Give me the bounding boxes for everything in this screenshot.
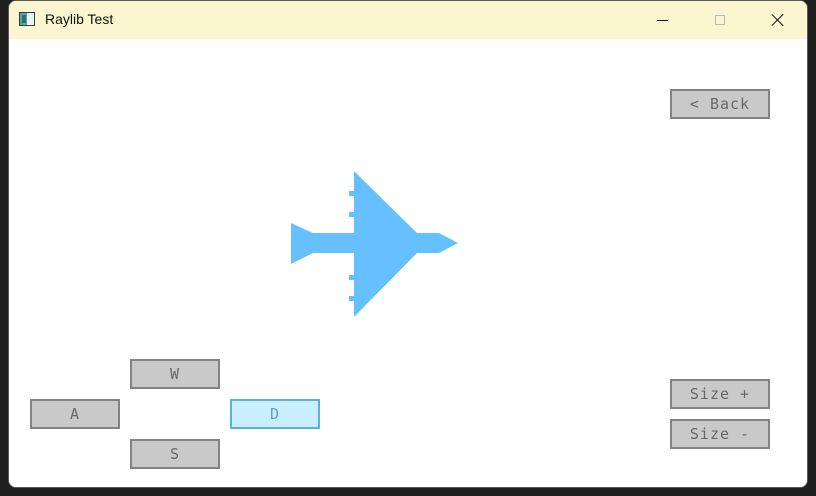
- window-title: Raylib Test: [45, 11, 114, 27]
- airplane-engine: [349, 275, 355, 280]
- maximize-icon: [715, 15, 725, 25]
- game-canvas[interactable]: < Back W A D S Size + Size -: [9, 39, 807, 487]
- w-button[interactable]: W: [130, 359, 220, 389]
- airplane-engine: [349, 191, 355, 196]
- airplane-engine: [349, 296, 355, 301]
- size-minus-button[interactable]: Size -: [670, 419, 770, 449]
- airplane-icon: [291, 171, 458, 317]
- d-button[interactable]: D: [230, 399, 320, 429]
- airplane-shape: [291, 171, 458, 317]
- s-button[interactable]: S: [130, 439, 220, 469]
- close-icon: [771, 13, 785, 27]
- maximize-button[interactable]: [691, 1, 749, 39]
- airplane-engine: [349, 212, 355, 217]
- title-bar[interactable]: Raylib Test: [9, 1, 807, 39]
- app-window: Raylib Test < Back W A D S Size + Size -: [8, 0, 808, 488]
- minimize-button[interactable]: [633, 1, 691, 39]
- size-plus-button[interactable]: Size +: [670, 379, 770, 409]
- minimize-icon: [656, 19, 668, 21]
- app-icon: [19, 12, 35, 26]
- close-button[interactable]: [749, 1, 807, 39]
- back-button[interactable]: < Back: [670, 89, 770, 119]
- a-button[interactable]: A: [30, 399, 120, 429]
